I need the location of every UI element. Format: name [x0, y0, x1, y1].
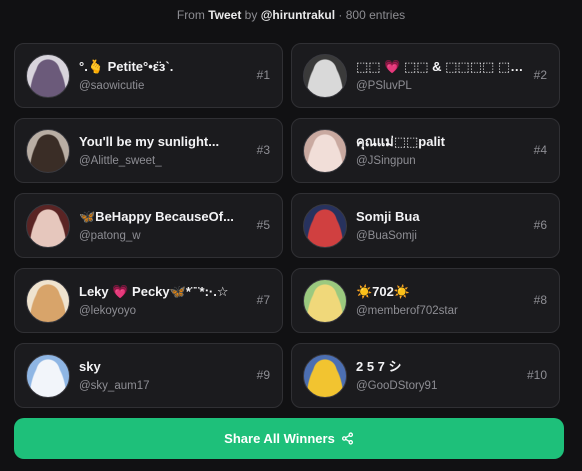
winners-grid: °.🫰 Petite°•ε̈з`. @saowicutie #1 ⬚⬚ 💗 ⬚⬚ & …: [14, 43, 560, 408]
winner-name: sky: [79, 358, 101, 374]
winner-rank: #9: [256, 368, 270, 382]
winner-card[interactable]: Somji Bua @BuaSomji #6: [291, 193, 560, 258]
winner-handle[interactable]: @BuaSomji: [356, 228, 524, 244]
winner-handle[interactable]: @memberof702star: [356, 303, 524, 319]
winner-card[interactable]: 🦋BeHappy BecauseOf... @patong_w #5: [14, 193, 283, 258]
winner-card[interactable]: 2 5 7 シ @GooDStory91 #10: [291, 343, 560, 408]
winner-handle[interactable]: @PSluvPL: [356, 78, 524, 94]
winner-name: คุณแม่⬚⬚palit: [356, 133, 445, 149]
share-icon: [341, 432, 353, 445]
winner-info: ⬚⬚ 💗 ⬚⬚ & ⬚⬚⬚⬚ ⬚⬚⬚⬚ @PSluvPL: [356, 58, 524, 94]
winner-handle[interactable]: @saowicutie: [79, 78, 247, 94]
winner-name: °.🫰 Petite°•ε̈з`.: [79, 58, 174, 74]
winner-handle[interactable]: @patong_w: [79, 228, 247, 244]
avatar[interactable]: [303, 53, 347, 98]
winner-card[interactable]: คุณแม่⬚⬚palit @JSingpun #4: [291, 118, 560, 183]
avatar[interactable]: [26, 353, 70, 398]
winner-rank: #7: [256, 293, 270, 307]
from-label: From: [176, 8, 205, 22]
winner-handle[interactable]: @JSingpun: [356, 153, 524, 169]
winner-card[interactable]: You'll be my sunlight... @Alittle_sweet_ #…: [14, 118, 283, 183]
share-button-label: Share All Winners: [224, 431, 335, 446]
winner-name: You'll be my sunlight...: [79, 133, 220, 149]
winner-info: คุณแม่⬚⬚palit @JSingpun: [356, 133, 524, 169]
winner-name: ☀️702☀️: [356, 283, 411, 299]
page-subtitle: From Tweet by @hiruntrakul · 800 entries: [0, 0, 582, 30]
winner-rank: #5: [256, 218, 270, 232]
source-link[interactable]: Tweet: [208, 8, 241, 22]
winner-info: 2 5 7 シ @GooDStory91: [356, 358, 524, 394]
entries-count: · 800 entries: [338, 8, 406, 22]
winner-card[interactable]: ⬚⬚ 💗 ⬚⬚ & ⬚⬚⬚⬚ ⬚⬚⬚⬚ @PSluvPL #2: [291, 43, 560, 108]
winner-handle[interactable]: @Alittle_sweet_: [79, 153, 247, 169]
winner-name: Leky 💗 Pecky🦋*¨¨*:·.☆: [79, 283, 229, 299]
winner-rank: #10: [526, 368, 547, 382]
winner-info: Leky 💗 Pecky🦋*¨¨*:·.☆ @lekoyoyo: [79, 283, 247, 319]
avatar[interactable]: [26, 128, 70, 173]
winner-rank: #8: [533, 293, 547, 307]
winner-info: Somji Bua @BuaSomji: [356, 208, 524, 244]
winner-name: 🦋BeHappy BecauseOf...: [79, 208, 234, 224]
avatar[interactable]: [26, 203, 70, 248]
avatar[interactable]: [303, 128, 347, 173]
winner-rank: #3: [256, 143, 270, 157]
share-all-winners-button[interactable]: Share All Winners: [14, 418, 564, 459]
by-label: by: [244, 8, 258, 22]
avatar[interactable]: [303, 353, 347, 398]
winner-rank: #6: [533, 218, 547, 232]
avatar[interactable]: [26, 278, 70, 323]
winner-info: sky @sky_aum17: [79, 358, 247, 394]
winner-info: ☀️702☀️ @memberof702star: [356, 283, 524, 319]
winner-name: 2 5 7 シ: [356, 358, 402, 374]
winner-rank: #1: [256, 68, 270, 82]
winner-info: You'll be my sunlight... @Alittle_sweet_: [79, 133, 247, 169]
winner-handle[interactable]: @GooDStory91: [356, 378, 524, 394]
winner-info: °.🫰 Petite°•ε̈з`. @saowicutie: [79, 58, 247, 94]
winner-card[interactable]: ☀️702☀️ @memberof702star #8: [291, 268, 560, 333]
avatar[interactable]: [303, 278, 347, 323]
winner-handle[interactable]: @sky_aum17: [79, 378, 247, 394]
winner-name: ⬚⬚ 💗 ⬚⬚ & ⬚⬚⬚⬚ ⬚⬚⬚⬚: [356, 58, 524, 74]
winner-rank: #2: [533, 68, 547, 82]
avatar[interactable]: [303, 203, 347, 248]
avatar[interactable]: [26, 53, 70, 98]
winner-rank: #4: [533, 143, 547, 157]
winner-info: 🦋BeHappy BecauseOf... @patong_w: [79, 208, 247, 244]
winner-name: Somji Bua: [356, 208, 420, 224]
winner-card[interactable]: Leky 💗 Pecky🦋*¨¨*:·.☆ @lekoyoyo #7: [14, 268, 283, 333]
winner-handle[interactable]: @lekoyoyo: [79, 303, 247, 319]
winner-card[interactable]: °.🫰 Petite°•ε̈з`. @saowicutie #1: [14, 43, 283, 108]
winner-card[interactable]: sky @sky_aum17 #9: [14, 343, 283, 408]
author-link[interactable]: @hiruntrakul: [261, 8, 335, 22]
